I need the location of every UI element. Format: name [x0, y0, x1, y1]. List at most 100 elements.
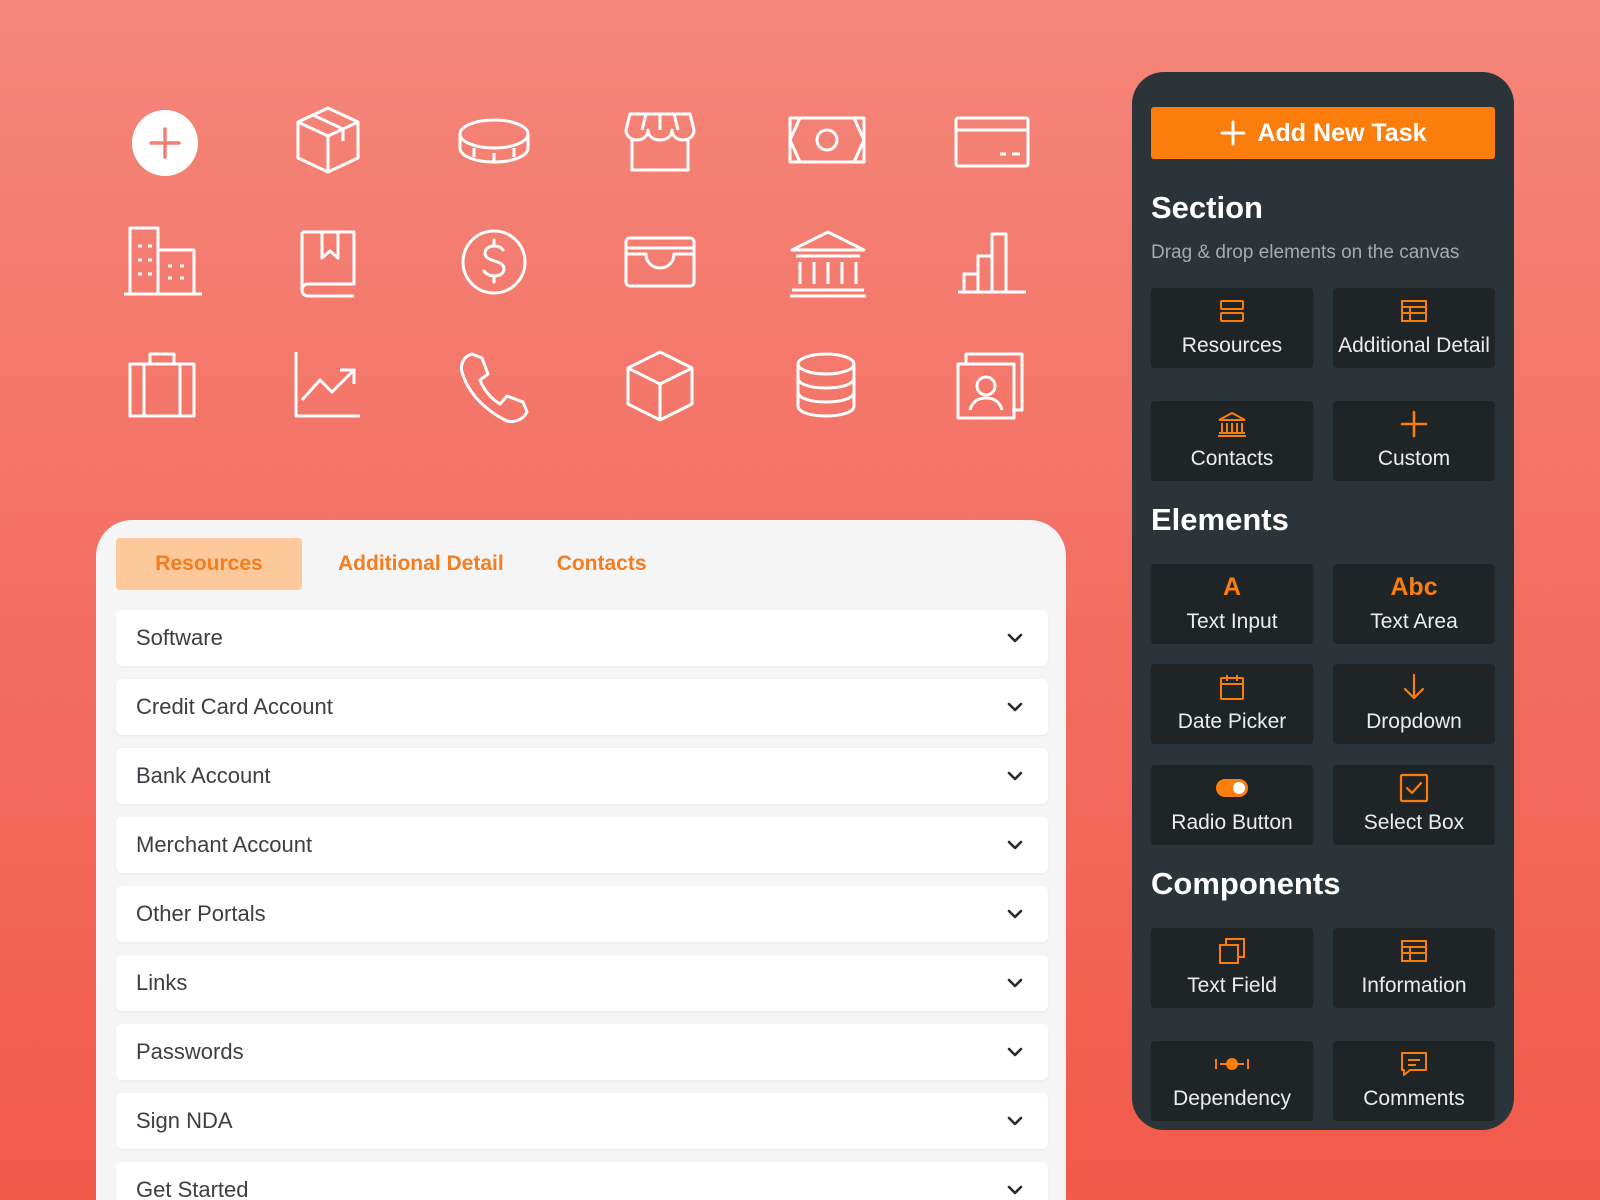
- accordion-label: Get Started: [136, 1177, 249, 1200]
- tile-label: Dependency: [1173, 1087, 1291, 1110]
- add-new-task-button[interactable]: Add New Task: [1151, 107, 1495, 159]
- chevron-down-icon[interactable]: [1004, 1110, 1026, 1132]
- tile-select-box[interactable]: Select Box: [1333, 765, 1495, 845]
- bookmark-book-icon: [288, 222, 368, 302]
- phone-icon: [454, 346, 534, 426]
- tile-label: Text Area: [1370, 610, 1458, 633]
- contact-card-icon: [952, 346, 1032, 426]
- tile-label: Contacts: [1190, 447, 1274, 470]
- chevron-down-icon[interactable]: [1004, 1041, 1026, 1063]
- tab-contacts[interactable]: Contacts: [557, 538, 647, 590]
- wallet-icon: [620, 222, 700, 302]
- comment-icon: [1333, 1049, 1495, 1079]
- table-icon: [1333, 296, 1495, 326]
- chevron-down-icon[interactable]: [1004, 765, 1026, 787]
- tile-information[interactable]: Information: [1333, 928, 1495, 1008]
- tile-label: Resources: [1181, 334, 1283, 357]
- chevron-down-icon[interactable]: [1004, 627, 1026, 649]
- tile-contacts[interactable]: Contacts: [1151, 401, 1313, 481]
- accordion-label: Software: [136, 625, 223, 650]
- accordion-label: Passwords: [136, 1039, 244, 1064]
- chevron-down-icon[interactable]: [1004, 1179, 1026, 1200]
- plus-icon: [1220, 120, 1246, 146]
- abc-icon: Abc: [1390, 572, 1438, 601]
- tab-bar: Resources Additional Detail Contacts: [116, 538, 647, 590]
- accordion-row-get-started[interactable]: Get Started: [116, 1162, 1048, 1200]
- tile-comments[interactable]: Comments: [1333, 1041, 1495, 1121]
- buildings-icon: [122, 222, 202, 302]
- chevron-down-icon[interactable]: [1004, 903, 1026, 925]
- accordion-row-passwords[interactable]: Passwords: [116, 1024, 1048, 1080]
- tile-text-field[interactable]: Text Field: [1151, 928, 1313, 1008]
- tile-additional-detail[interactable]: Additional Detail: [1333, 288, 1495, 368]
- accordion-label: Bank Account: [136, 763, 271, 788]
- banknote-icon: [786, 100, 866, 180]
- bank-icon: [786, 222, 866, 302]
- accordion-list: Software Credit Card Account Bank Accoun…: [116, 610, 1048, 1200]
- chevron-down-icon[interactable]: [1004, 696, 1026, 718]
- accordion-label: Merchant Account: [136, 832, 313, 857]
- credit-card-icon: [952, 100, 1032, 180]
- tile-label: Text Field: [1187, 974, 1277, 997]
- tile-label: Text Input: [1186, 610, 1278, 633]
- tile-label: Select Box: [1363, 811, 1465, 834]
- dollar-circle-icon: [454, 222, 534, 302]
- briefcase-icon: [122, 346, 202, 426]
- tile-dependency[interactable]: Dependency: [1151, 1041, 1313, 1121]
- tile-custom[interactable]: Custom: [1333, 401, 1495, 481]
- chevron-down-icon[interactable]: [1004, 972, 1026, 994]
- table-icon: [1333, 936, 1495, 966]
- components-heading: Components: [1151, 866, 1341, 901]
- accordion-label: Other Portals: [136, 901, 266, 926]
- tile-radio-button[interactable]: Radio Button: [1151, 765, 1313, 845]
- database-icon: [786, 346, 866, 426]
- accordion-row-links[interactable]: Links: [116, 955, 1048, 1011]
- tile-label: Dropdown: [1366, 710, 1462, 733]
- cube-icon: [620, 346, 700, 426]
- tile-label: Date Picker: [1177, 710, 1287, 733]
- tab-additional-detail[interactable]: Additional Detail: [338, 538, 504, 590]
- accordion-row-merchant-account[interactable]: Merchant Account: [116, 817, 1048, 873]
- letter-a-icon: A: [1222, 572, 1242, 601]
- section-heading: Section: [1151, 190, 1263, 225]
- bank-icon: [1151, 409, 1313, 439]
- package-icon: [288, 100, 368, 180]
- add-new-task-label: Add New Task: [1257, 118, 1427, 147]
- builder-panel: Add New Task Section Drag & drop element…: [1132, 72, 1514, 1130]
- tile-text-input[interactable]: A Text Input: [1151, 564, 1313, 644]
- accordion-row-software[interactable]: Software: [116, 610, 1048, 666]
- storefront-icon: [620, 100, 700, 180]
- tile-text-area[interactable]: Abc Text Area: [1333, 564, 1495, 644]
- tile-dropdown[interactable]: Dropdown: [1333, 664, 1495, 744]
- bar-chart-icon: [952, 222, 1032, 302]
- coin-icon: [454, 100, 534, 180]
- plus-icon: [1333, 409, 1495, 439]
- tile-label: Custom: [1377, 447, 1451, 470]
- dependency-icon: [1151, 1049, 1313, 1079]
- tile-resources[interactable]: Resources: [1151, 288, 1313, 368]
- accordion-label: Links: [136, 970, 188, 995]
- accordion-row-bank-account[interactable]: Bank Account: [116, 748, 1048, 804]
- tile-date-picker[interactable]: Date Picker: [1151, 664, 1313, 744]
- checkbox-icon: [1333, 773, 1495, 803]
- tile-label: Radio Button: [1171, 811, 1293, 834]
- accordion-row-other-portals[interactable]: Other Portals: [116, 886, 1048, 942]
- accordion-label: Sign NDA: [136, 1108, 233, 1133]
- tile-label: Information: [1361, 974, 1467, 997]
- icon-grid: [122, 100, 1042, 440]
- accordion-row-sign-nda[interactable]: Sign NDA: [116, 1093, 1048, 1149]
- accordion-row-credit-card-account[interactable]: Credit Card Account: [116, 679, 1048, 735]
- calendar-icon: [1151, 672, 1313, 702]
- tile-label: Additional Detail: [1338, 334, 1490, 357]
- add-circle-icon[interactable]: [122, 100, 202, 180]
- accordion-label: Credit Card Account: [136, 694, 333, 719]
- section-subtitle: Drag & drop elements on the canvas: [1151, 242, 1460, 263]
- elements-heading: Elements: [1151, 502, 1289, 537]
- resources-card: Resources Additional Detail Contacts Sof…: [96, 520, 1066, 1200]
- stack-icon: [1151, 296, 1313, 326]
- line-chart-icon: [288, 346, 368, 426]
- arrow-down-icon: [1333, 672, 1495, 702]
- tab-resources[interactable]: Resources: [116, 538, 302, 590]
- chevron-down-icon[interactable]: [1004, 834, 1026, 856]
- toggle-icon: [1151, 773, 1313, 803]
